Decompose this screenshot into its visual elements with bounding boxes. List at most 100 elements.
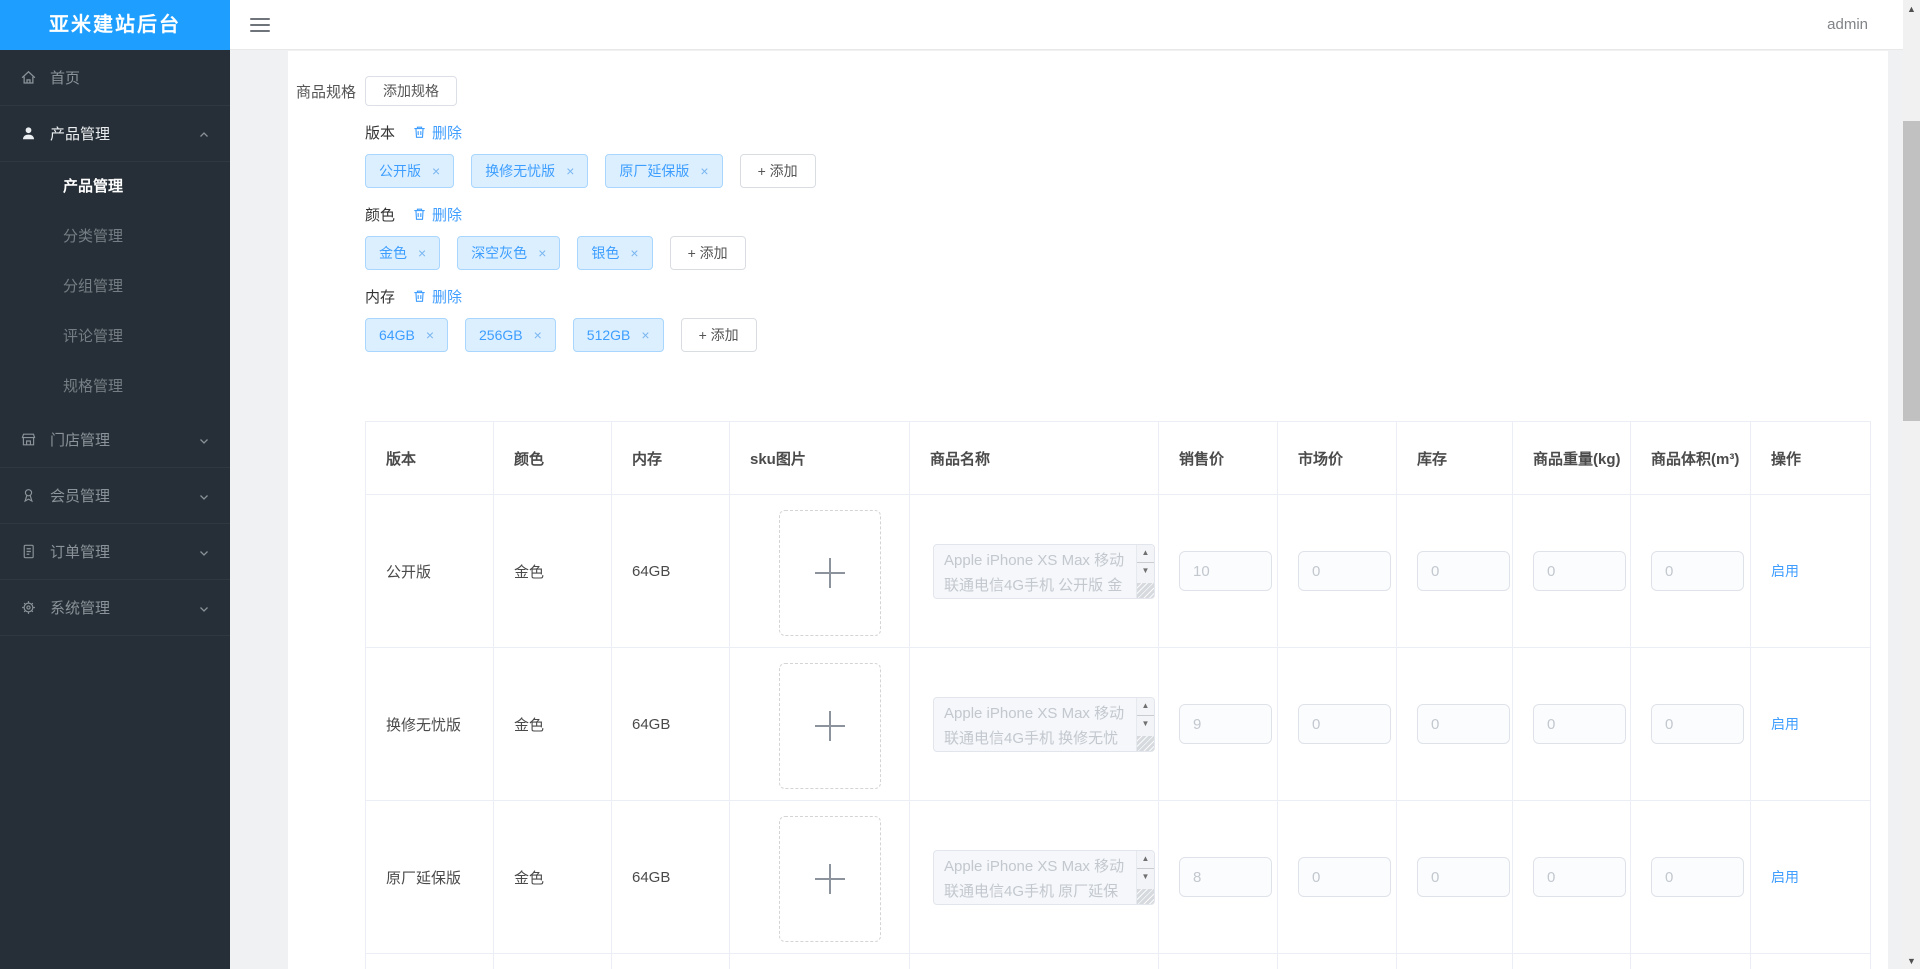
close-icon[interactable]: × — [418, 246, 426, 260]
price-input[interactable] — [1179, 857, 1272, 897]
sidebar-subitem[interactable]: 评论管理 — [0, 312, 230, 362]
column-header: 销售价 — [1158, 421, 1278, 495]
add-tag-button[interactable]: + 添加 — [680, 318, 757, 352]
menu-toggle-icon[interactable] — [250, 14, 270, 36]
chevron-down-icon — [200, 606, 208, 612]
chevron-down-icon — [200, 494, 208, 500]
spec-tag-label: 银色 — [591, 245, 620, 261]
close-icon[interactable]: × — [700, 164, 708, 178]
cell-memory — [611, 953, 730, 969]
close-icon[interactable]: × — [630, 246, 638, 260]
delete-spec-link[interactable]: 删除 — [412, 286, 462, 307]
add-tag-button[interactable]: + 添加 — [669, 236, 746, 270]
close-icon[interactable]: × — [534, 328, 542, 342]
add-tag-button[interactable]: + 添加 — [739, 154, 816, 188]
scrollbar-down-icon[interactable]: ▼ — [1903, 952, 1920, 969]
enable-link[interactable]: 启用 — [1771, 563, 1799, 579]
table-row: 公开版 金色 64GB Apple iPhone XS Max 移动联通电信4G… — [365, 494, 1871, 648]
table-row: 原厂延保版 金色 64GB Apple iPhone XS Max 移动联通电信… — [365, 800, 1871, 954]
table-row: 换修无忧版 金色 64GB Apple iPhone XS Max 移动联通电信… — [365, 647, 1871, 801]
textarea-resize-grip[interactable] — [1137, 582, 1154, 598]
spec-tag-label: 512GB — [586, 327, 631, 343]
cell-color: 金色 — [493, 494, 612, 648]
sidebar-item[interactable]: 门店管理 — [0, 412, 230, 468]
textarea-resize-grip[interactable] — [1137, 735, 1154, 751]
sidebar-nav: 首页 产品管理 产品管理 分类管理 分组管理 评论管理 规格管理 门店管理 会员管理 订… — [0, 50, 230, 636]
stock-input[interactable] — [1417, 704, 1510, 744]
enable-link[interactable]: 启用 — [1771, 869, 1799, 885]
price-input[interactable] — [1179, 704, 1272, 744]
scrollbar-thumb[interactable] — [1903, 121, 1920, 421]
spec-tag: 换修无忧版 × — [471, 154, 589, 188]
volume-input[interactable] — [1651, 551, 1744, 591]
sidebar-item[interactable]: 首页 — [0, 50, 230, 106]
page-scrollbar[interactable]: ▲ ▼ — [1903, 0, 1920, 969]
weight-input[interactable] — [1533, 704, 1626, 744]
close-icon[interactable]: × — [538, 246, 546, 260]
textarea-scroll-up-icon[interactable]: ▲ — [1137, 548, 1154, 557]
sidebar-item[interactable]: 系统管理 — [0, 580, 230, 636]
market-price-input[interactable] — [1298, 551, 1391, 591]
sku-image-upload[interactable] — [778, 663, 881, 789]
product-name-textarea[interactable]: Apple iPhone XS Max 移动联通电信4G手机 换修无忧 ▲ ▼ — [933, 696, 1155, 752]
close-icon[interactable]: × — [641, 328, 649, 342]
textarea-scroll-down-icon[interactable]: ▼ — [1137, 714, 1154, 728]
content-panel: 商品规格 添加规格 版本 删除 公开版 × 换修无忧版 × 原厂延保版 × + … — [288, 51, 1888, 969]
delete-spec-link[interactable]: 删除 — [412, 122, 462, 143]
spec-group-name: 内存 — [365, 288, 396, 306]
weight-input[interactable] — [1533, 551, 1626, 591]
sidebar-subitem[interactable]: 产品管理 — [0, 162, 230, 212]
scrollbar-up-icon[interactable]: ▲ — [1903, 0, 1920, 17]
market-price-input[interactable] — [1298, 857, 1391, 897]
cell-version: 公开版 — [365, 494, 494, 648]
add-spec-button[interactable]: 添加规格 — [365, 76, 457, 106]
product-name-textarea[interactable]: Apple iPhone XS Max 移动联通电信4G手机 公开版 金 ▲ ▼ — [933, 543, 1155, 599]
textarea-resize-grip[interactable] — [1137, 888, 1154, 904]
enable-link[interactable]: 启用 — [1771, 716, 1799, 732]
stock-input[interactable] — [1417, 551, 1510, 591]
sku-image-upload[interactable] — [778, 816, 881, 942]
textarea-scroll-down-icon[interactable]: ▼ — [1137, 867, 1154, 881]
close-icon[interactable]: × — [566, 164, 574, 178]
cell-version: 换修无忧版 — [365, 647, 494, 801]
cell-color: 金色 — [493, 800, 612, 954]
sidebar-item[interactable]: 订单管理 — [0, 524, 230, 580]
table-header-row: 版本 颜色 内存 sku图片 商品名称 销售价 市场价 库存 商品重量(kg) 商品体积(m³) 操… — [365, 421, 1871, 495]
price-input[interactable] — [1179, 551, 1272, 591]
sidebar-subitem[interactable]: 分组管理 — [0, 262, 230, 312]
spec-group-name: 颜色 — [365, 206, 396, 224]
weight-input[interactable] — [1533, 857, 1626, 897]
textarea-scroll-up-icon[interactable]: ▲ — [1137, 854, 1154, 863]
spec-tag: 256GB × — [465, 318, 556, 352]
delete-spec-link[interactable]: 删除 — [412, 204, 462, 225]
close-icon[interactable]: × — [426, 328, 434, 342]
stock-input[interactable] — [1417, 857, 1510, 897]
sidebar-item-label: 门店管理 — [50, 432, 111, 449]
cell-memory: 64GB — [611, 494, 730, 648]
sidebar-subitem[interactable]: 规格管理 — [0, 362, 230, 412]
home-icon — [21, 70, 36, 84]
sidebar-item[interactable]: 产品管理 — [0, 106, 230, 162]
close-icon[interactable]: × — [432, 164, 440, 178]
cell-version — [365, 953, 494, 969]
delete-label: 删除 — [432, 124, 463, 142]
delete-label: 删除 — [432, 206, 463, 224]
column-header: 操作 — [1750, 421, 1871, 495]
sidebar-subitem[interactable]: 分类管理 — [0, 212, 230, 262]
delete-label: 删除 — [432, 288, 463, 306]
sidebar-item-label: 系统管理 — [50, 600, 111, 617]
product-name-textarea[interactable]: Apple iPhone XS Max 移动联通电信4G手机 原厂延保 ▲ ▼ — [933, 849, 1155, 905]
textarea-scroll-up-icon[interactable]: ▲ — [1137, 701, 1154, 710]
sidebar-item[interactable]: 会员管理 — [0, 468, 230, 524]
volume-input[interactable] — [1651, 857, 1744, 897]
product-name-text: Apple iPhone XS Max 移动联通电信4G手机 换修无忧 — [944, 704, 1125, 747]
market-price-input[interactable] — [1298, 704, 1391, 744]
user-menu[interactable]: admin — [1827, 16, 1868, 33]
volume-input[interactable] — [1651, 704, 1744, 744]
textarea-scroll-down-icon[interactable]: ▼ — [1137, 561, 1154, 575]
spec-tag-label: 金色 — [379, 245, 407, 261]
spec-tag-label: 换修无忧版 — [485, 163, 556, 179]
sidebar-item-label: 首页 — [50, 70, 81, 87]
spec-tag-label: 深空灰色 — [471, 245, 528, 261]
sku-image-upload[interactable] — [778, 510, 881, 636]
